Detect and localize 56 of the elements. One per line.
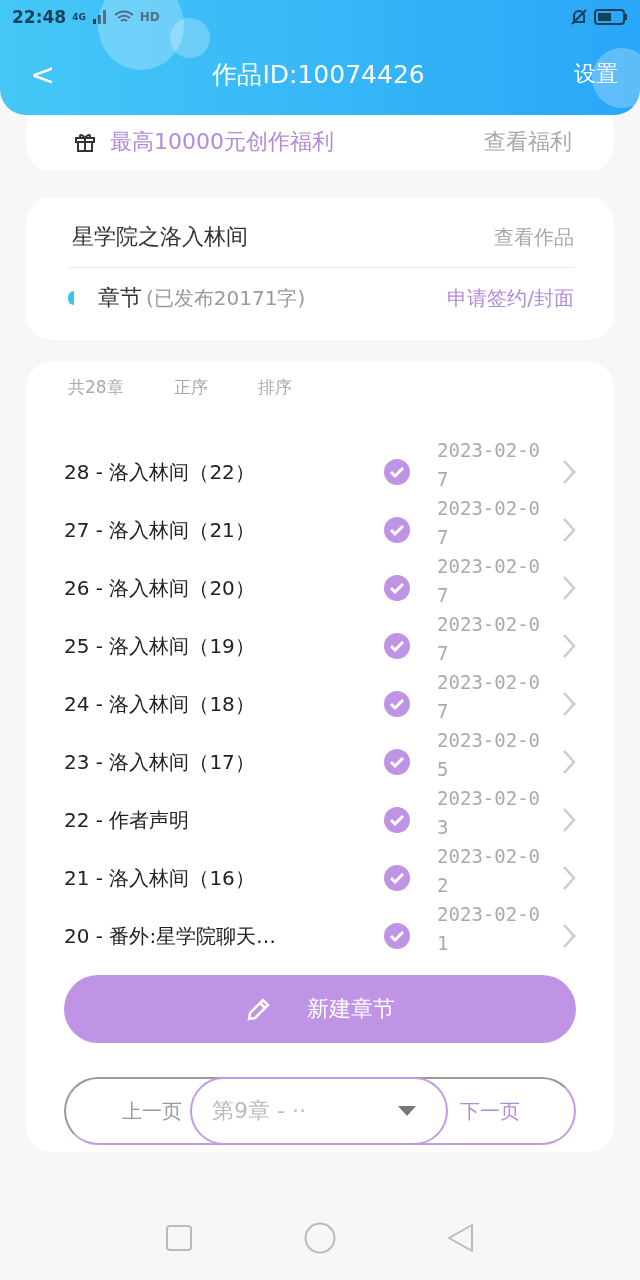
work-title: 星学院之洛入林间 — [71, 223, 249, 251]
chevron-right-icon[interactable] — [562, 807, 576, 833]
chapter-date: 2023-02-05 — [437, 728, 540, 782]
chevron-right-icon[interactable] — [562, 517, 576, 543]
prev-page-button[interactable]: 上一页 — [66, 1079, 190, 1143]
chapter-title[interactable]: 20 - 番外:星学院聊天… — [64, 922, 384, 950]
settings-button[interactable]: 设置 — [574, 59, 618, 89]
back-triangle-icon[interactable] — [446, 1222, 475, 1253]
bell-muted-icon — [570, 8, 588, 26]
home-icon[interactable] — [304, 1221, 336, 1254]
section-marker — [68, 291, 74, 305]
sort-option[interactable]: 正序 — [173, 376, 208, 399]
chapter-title[interactable]: 26 - 洛入林间（20） — [64, 574, 384, 602]
chevron-right-icon[interactable] — [562, 923, 576, 949]
welfare-text: 最高10000元创作福利 — [110, 128, 335, 156]
chevron-right-icon[interactable] — [562, 633, 576, 659]
chapter-date: 2023-02-03 — [437, 786, 540, 840]
battery-icon — [594, 8, 628, 26]
chapter-title[interactable]: 24 - 洛入林间（18） — [64, 690, 384, 718]
chevron-right-icon[interactable] — [562, 575, 576, 601]
chapter-date: 2023-02-07 — [437, 670, 540, 724]
new-chapter-button[interactable]: 新建章节 — [64, 975, 576, 1043]
dropdown-caret-icon — [398, 1106, 416, 1116]
status-time: 22:48 — [12, 7, 67, 27]
page-title: 作品ID:10074426 — [211, 58, 426, 91]
hd-label: HD — [139, 10, 160, 24]
section-label: 章节 — [98, 284, 142, 312]
chevron-right-icon[interactable] — [562, 749, 576, 775]
recent-apps-icon[interactable] — [165, 1223, 194, 1252]
chapter-title[interactable]: 21 - 洛入林间（16） — [64, 864, 384, 892]
sort-option[interactable]: 排序 — [257, 376, 292, 399]
chapter-title[interactable]: 27 - 洛入林间（21） — [64, 516, 384, 544]
chapter-date: 2023-02-07 — [437, 496, 540, 550]
word-count: (已发布20171字) — [146, 284, 307, 312]
chapter-title[interactable]: 23 - 洛入林间（17） — [64, 748, 384, 776]
chapter-select[interactable]: 第9章 - ·· — [190, 1077, 448, 1145]
chevron-right-icon[interactable] — [562, 691, 576, 717]
chapter-title[interactable]: 28 - 洛入林间（22） — [64, 458, 384, 486]
chapter-title[interactable]: 25 - 洛入林间（19） — [64, 632, 384, 660]
signal-icon — [91, 9, 108, 25]
gift-icon — [74, 131, 96, 153]
chapter-count: 共28章 — [68, 376, 124, 399]
chapter-date: 2023-02-02 — [437, 844, 540, 898]
apply-link[interactable]: 申请签约/封面 — [447, 284, 574, 312]
chevron-right-icon[interactable] — [562, 459, 576, 485]
network-label: 4G — [72, 12, 86, 22]
chapter-title[interactable]: 22 - 作者声明 — [64, 806, 384, 834]
next-page-button[interactable]: 下一页 — [448, 1079, 574, 1143]
view-work-link[interactable]: 查看作品 — [494, 223, 574, 251]
chapter-date: 2023-02-07 — [437, 438, 540, 492]
chevron-right-icon[interactable] — [562, 865, 576, 891]
view-welfare-link[interactable]: 查看福利 — [484, 127, 572, 157]
back-button[interactable]: < — [22, 56, 64, 92]
chapter-date: 2023-02-07 — [437, 612, 540, 666]
chapter-date: 2023-02-01 — [437, 902, 540, 956]
chapter-date: 2023-02-07 — [437, 554, 540, 608]
